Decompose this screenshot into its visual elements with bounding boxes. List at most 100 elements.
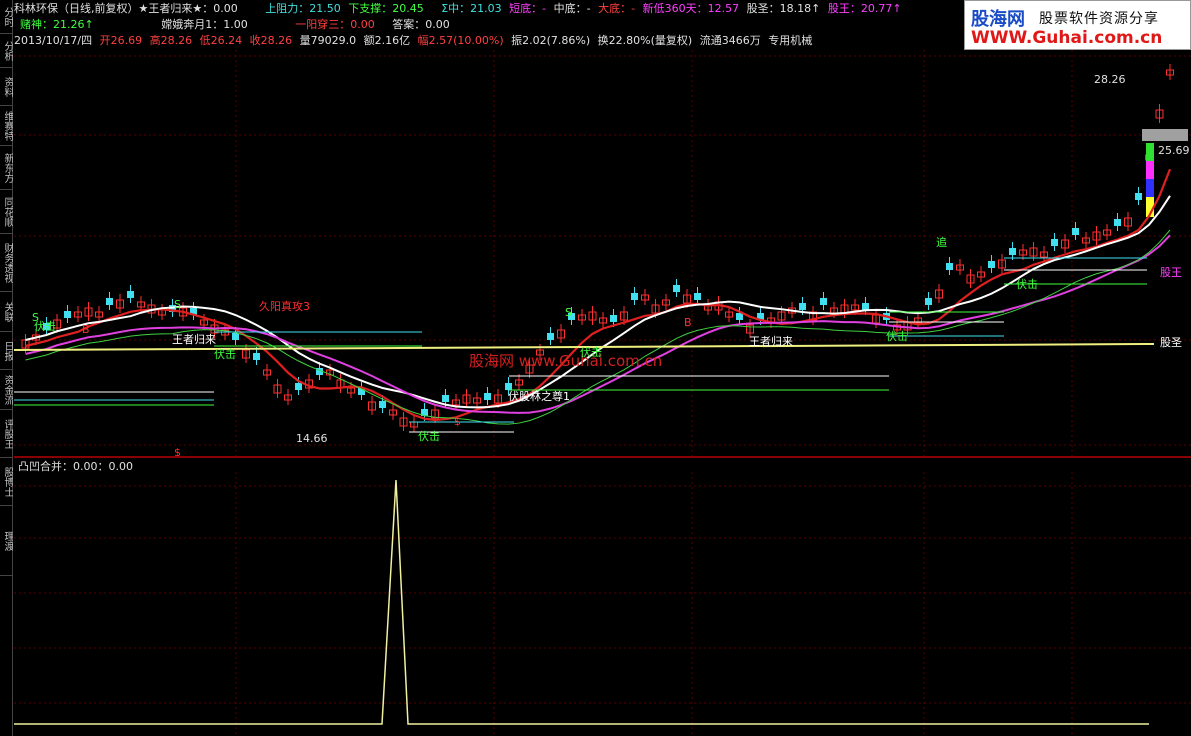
left-tab-0[interactable]: 分时 (0, 0, 13, 34)
chart-annotation-12: S (565, 306, 572, 319)
logo-url: WWW.Guhai.com.cn (971, 28, 1163, 48)
candle-body-58 (631, 293, 638, 300)
candle-body-10 (127, 291, 134, 298)
chart-annotation-9: 追 (936, 235, 947, 249)
left-tab-8[interactable]: 日报 (0, 332, 13, 370)
candle-body-106 (1135, 193, 1142, 200)
header-line-3: 2013/10/17/四 开26.69 高28.26 低26.24 收28.26… (14, 33, 816, 48)
mid-bottom: 中底：- (553, 2, 591, 15)
chart-annotation-7: 伏击 (580, 345, 602, 359)
chart-annotation-5: 王者归来 (749, 334, 793, 348)
bar-industry: 专用机械 (768, 34, 813, 47)
left-tab-strip: 分时 分析 资料 维赛特 新东方 同花顺 财务透视 关联 日报 资金流 评股王 股博士 理渡 (0, 0, 13, 736)
candle-body-76 (820, 298, 827, 305)
header-line-1: 科林环保（日线,前复权）★王者归来★：0.00 上阻力：21.50 下支撑：20… (14, 1, 906, 16)
new-low-360: 新低360天：12.57 (642, 2, 740, 15)
chart-annotation-2: 伏击 (214, 347, 236, 361)
bar-turnover: 换22.80%(量复权) (597, 34, 693, 47)
change-moon-value: 嫦娥奔月1：1.00 (161, 18, 248, 31)
candle-body-80 (862, 303, 869, 310)
watermark-text: 股海网 www.Guhai.com.cn (469, 352, 662, 370)
chart-annotation-0: 王者归来 (172, 332, 216, 346)
answer-value: 答案：0.00 (392, 18, 450, 31)
candle-body-34 (379, 401, 386, 408)
chart-annotation-1: 久阳真攻3 (259, 299, 310, 313)
guwang-label: 股王 (1160, 266, 1182, 279)
candle-body-64 (694, 293, 701, 300)
candle-body-22 (253, 353, 260, 360)
chart-annotation-4: 伏击 (1016, 277, 1038, 291)
candle-body-46 (505, 383, 512, 390)
chart-annotation-6: 伏击 (886, 329, 908, 343)
bar-volume: 量79029.0 (299, 34, 357, 47)
signal-bar-magenta (1146, 161, 1154, 179)
logo-slogan: 股票软件资源分享 (1039, 11, 1159, 27)
candle-body-100 (1072, 228, 1079, 235)
candle-body-56 (610, 315, 617, 322)
stock-title: 科林环保（日线,前复权）★王者归来★：0.00 (14, 2, 238, 15)
sub-chart-svg[interactable]: 凸凹合并：0.00：0.00 (14, 458, 1191, 736)
chart-annotation-3: 伏击 (418, 429, 440, 443)
candle-body-50 (547, 333, 554, 340)
chart-annotation-13: B (82, 323, 90, 336)
main-chart-svg[interactable]: 28.26 25.69 14.66 股王股圣股海网 www.Guhai.com.cn 王… (13, 50, 1191, 459)
chart-annotation-11: S (174, 298, 181, 311)
chart-annotation-17: $ (454, 415, 461, 428)
chart-annotation-10: 伏股林之尊1 (508, 389, 570, 403)
main-kline-chart[interactable]: 28.26 25.69 14.66 股王 股圣 股海网 www.Guhai.com.cn 王… (13, 50, 1191, 459)
left-tab-12[interactable]: 理渡 (0, 506, 13, 576)
dushen-value: 赌神：21.26↑ (20, 18, 94, 31)
short-bottom: 短底：- (509, 2, 547, 15)
sub-indicator-chart[interactable]: 凸凹合并：0.00：0.00 (14, 458, 1191, 736)
signal-bar-green (1146, 143, 1154, 161)
left-tab-3[interactable]: 维赛特 (0, 106, 13, 146)
price-highlight-box (1142, 129, 1188, 141)
bar-close: 收28.26 (249, 34, 293, 47)
left-tab-4[interactable]: 新东方 (0, 146, 13, 190)
yiyang-value: 一阳穿三：0.00 (295, 18, 375, 31)
bar-float: 流通3466万 (699, 34, 761, 47)
bar-change: 幅2.57(10.00%) (417, 34, 504, 47)
left-tab-6[interactable]: 财务透视 (0, 234, 13, 292)
left-tab-9[interactable]: 资金流 (0, 370, 13, 410)
price-low-label: 14.66 (296, 432, 328, 445)
bar-open: 开26.69 (99, 34, 143, 47)
sub-chart-title: 凸凹合并：0.00：0.00 (18, 459, 133, 473)
left-tab-7[interactable]: 关联 (0, 292, 13, 332)
center-value: Σ中：21.03 (441, 2, 502, 15)
ma-line-red (25, 168, 1172, 422)
left-tab-10[interactable]: 评股王 (0, 410, 13, 458)
bar-low: 低26.24 (199, 34, 243, 47)
bar-amount: 额2.16亿 (363, 34, 411, 47)
bar-amplitude: 振2.02(7.86%) (511, 34, 591, 47)
candle-body-92 (988, 261, 995, 268)
chart-annotation-16: $ (174, 446, 181, 456)
left-tab-11[interactable]: 股博士 (0, 458, 13, 506)
candle-body-86 (925, 298, 932, 305)
left-tab-2[interactable]: 资料 (0, 68, 13, 106)
price-mid-label: 25.69 (1158, 144, 1190, 157)
big-bottom: 大底：- (598, 2, 636, 15)
candle-body-62 (673, 285, 680, 292)
support-value: 下支撑：20.45 (348, 2, 424, 15)
guwang-value: 股王：20.77↑ (827, 2, 902, 15)
candle-body-26 (295, 383, 302, 390)
header-line-2: 赌神：21.26↑ 嫦娥奔月1：1.00 一阳穿三：0.00 答案：0.00 (14, 17, 454, 32)
candle-body-98 (1051, 239, 1058, 246)
candle-body-74 (799, 303, 806, 310)
sub-indicator-line (14, 479, 1149, 725)
candle-body-44 (484, 393, 491, 400)
resistance-value: 上阻力：21.50 (265, 2, 341, 15)
gusheng-value: 股圣：18.18↑ (746, 2, 821, 15)
candle-body-20 (232, 333, 239, 340)
left-tab-5[interactable]: 同花顺 (0, 190, 13, 234)
site-logo-banner[interactable]: 股海网 股票软件资源分享 WWW.Guhai.com.cn (964, 0, 1191, 50)
price-high-label: 28.26 (1094, 73, 1126, 86)
left-tab-1[interactable]: 分析 (0, 34, 13, 68)
candle-body-104 (1114, 219, 1121, 226)
candle-body-88 (946, 263, 953, 270)
bar-date: 2013/10/17/四 (14, 34, 93, 47)
quote-header: 科林环保（日线,前复权）★王者归来★：0.00 上阻力：21.50 下支撑：20… (14, 0, 964, 50)
candle-body-8 (106, 298, 113, 305)
chart-annotation-14: B (684, 316, 692, 329)
